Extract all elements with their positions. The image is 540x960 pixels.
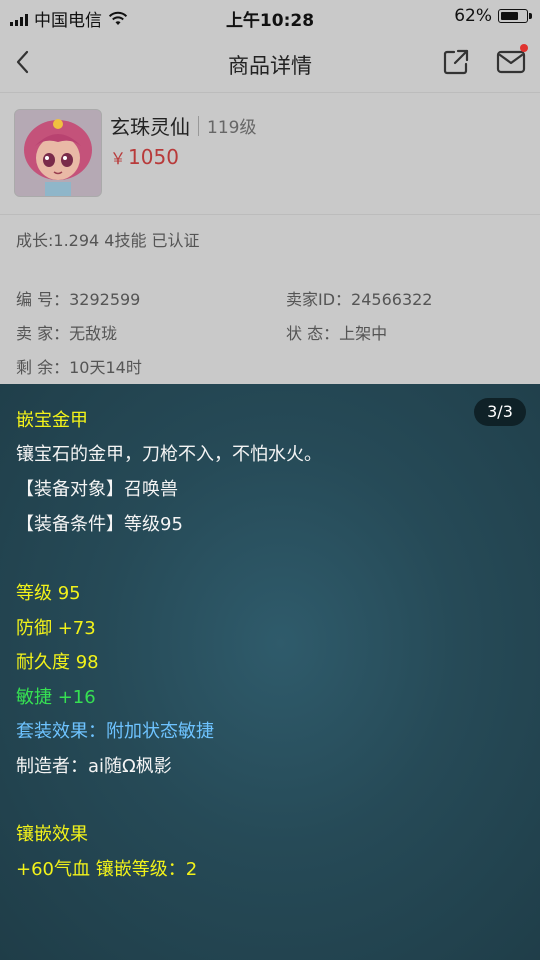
id-row: 编 号：3292599 bbox=[16, 286, 140, 310]
inlay-title: 镶嵌效果 bbox=[16, 824, 88, 845]
remaining-label: 剩 余： bbox=[16, 358, 70, 377]
status-value: 上架中 bbox=[339, 324, 388, 343]
mail-button[interactable] bbox=[494, 44, 528, 78]
growth-text: 成长:1.294 4技能 已认证 bbox=[16, 231, 200, 250]
item-description: 镶宝石的金甲，刀枪不入，不怕水火。 bbox=[16, 444, 322, 465]
seller-row: 卖 家：无敌珑 bbox=[16, 320, 117, 344]
status-right: 62% bbox=[454, 6, 532, 26]
seller-id-label: 卖家ID： bbox=[286, 290, 352, 309]
set-effect: 套装效果：附加状态敏捷 bbox=[16, 721, 214, 742]
id-value: 3292599 bbox=[69, 290, 141, 309]
stat-defense: 防御 +73 bbox=[16, 618, 96, 639]
product-name: 玄珠灵仙 bbox=[110, 115, 190, 139]
seller-id-row: 卖家ID：24566322 bbox=[286, 286, 432, 310]
info-block: 编 号：3292599 卖家ID：24566322 卖 家：无敌珑 状 态：上架… bbox=[0, 266, 540, 384]
battery-icon bbox=[498, 9, 532, 23]
product-level: 119级 bbox=[207, 118, 257, 138]
product-name-row: 玄珠灵仙 119级 bbox=[110, 111, 256, 140]
seller-id-value: 24566322 bbox=[351, 290, 433, 309]
stat-durability: 耐久度 98 bbox=[16, 652, 99, 673]
status-label: 状 态： bbox=[286, 324, 340, 343]
product-header: 玄珠灵仙 119级 ￥ 1050 bbox=[0, 93, 540, 213]
remaining-value: 10天14时 bbox=[69, 358, 142, 377]
stat-agility: 敏捷 +16 bbox=[16, 687, 96, 708]
product-price: ￥ 1050 bbox=[110, 145, 179, 169]
stat-level: 等级 95 bbox=[16, 583, 81, 604]
mail-icon bbox=[496, 50, 526, 74]
notification-dot bbox=[520, 44, 528, 52]
growth-row: 成长:1.294 4技能 已认证 bbox=[0, 214, 540, 259]
status-bar: 中国电信 上午10:28 62% bbox=[0, 0, 540, 32]
nav-bar: 商品详情 bbox=[0, 32, 540, 93]
item-tooltip[interactable]: 3/3 嵌宝金甲 镶宝石的金甲，刀枪不入，不怕水火。 【装备对象】召唤兽 【装备… bbox=[0, 384, 540, 960]
item-name: 嵌宝金甲 bbox=[16, 410, 88, 431]
maker: 制造者：ai随Ω枫影 bbox=[16, 756, 172, 777]
seller-value: 无敌珑 bbox=[69, 324, 118, 343]
status-row: 状 态：上架中 bbox=[286, 320, 387, 344]
avatar[interactable] bbox=[14, 109, 102, 197]
seller-label: 卖 家： bbox=[16, 324, 70, 343]
equip-condition: 【装备条件】等级95 bbox=[16, 514, 183, 535]
currency-symbol: ￥ bbox=[110, 149, 127, 168]
price-value: 1050 bbox=[128, 145, 179, 169]
equip-target: 【装备对象】召唤兽 bbox=[16, 479, 178, 500]
inlay-detail: +60气血 镶嵌等级：2 bbox=[16, 859, 198, 880]
id-label: 编 号： bbox=[16, 290, 70, 309]
divider bbox=[198, 115, 199, 136]
share-icon[interactable] bbox=[440, 46, 472, 78]
page-counter-badge: 3/3 bbox=[474, 398, 526, 426]
remaining-row: 剩 余：10天14时 bbox=[16, 354, 142, 378]
battery-percent: 62% bbox=[454, 6, 492, 26]
pet-portrait-icon bbox=[15, 110, 101, 196]
